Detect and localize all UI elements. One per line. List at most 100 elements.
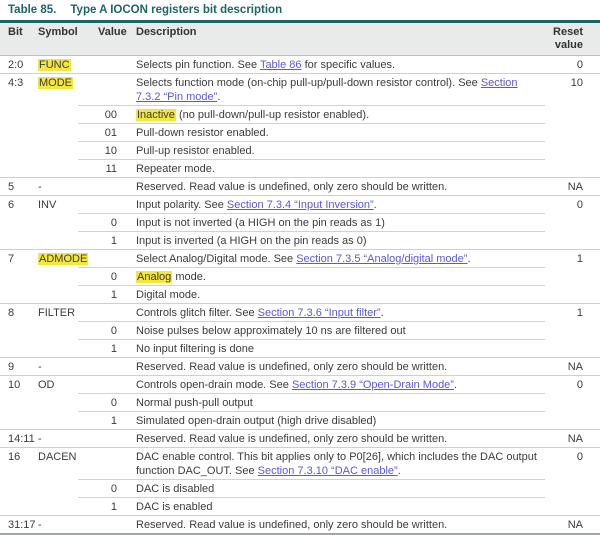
bit-range-cell xyxy=(0,498,38,516)
description-text: Normal push-pull output xyxy=(136,397,253,409)
cross-reference-link[interactable]: Table 86 xyxy=(260,59,302,71)
value-cell: 1 xyxy=(78,412,130,430)
description-text: Input is inverted (a HIGH on the pin rea… xyxy=(136,235,367,247)
value-cell: 0 xyxy=(78,480,130,498)
reset-value-cell xyxy=(545,268,600,286)
description-text: DAC is enabled xyxy=(136,501,212,513)
description-cell: Analog mode. xyxy=(130,268,545,286)
column-header-bit: Bit xyxy=(0,23,38,56)
value-cell: 10 xyxy=(78,142,130,160)
symbol-cell: MODE xyxy=(38,74,78,106)
description-text: Pull-up resistor enabled. xyxy=(136,145,255,157)
reset-value-cell xyxy=(545,160,600,178)
cross-reference-link[interactable]: Section 7.3.9 “Open-Drain Mode” xyxy=(292,379,454,391)
bit-range-cell xyxy=(0,340,38,358)
symbol-cell xyxy=(38,268,78,286)
cross-reference-link[interactable]: Section 7.3.6 “Input filter” xyxy=(258,307,381,319)
cross-reference-link[interactable]: Section 7.3.10 “DAC enable” xyxy=(258,465,398,477)
reset-value-cell xyxy=(545,340,600,358)
value-option-row: 1Digital mode. xyxy=(0,286,600,304)
symbol-cell: OD xyxy=(38,376,78,394)
description-cell: Normal push-pull output xyxy=(130,394,545,412)
register-bit-row: 16DACENDAC enable control. This bit appl… xyxy=(0,448,600,480)
value-cell: 1 xyxy=(78,286,130,304)
value-cell xyxy=(78,376,130,394)
description-text: Reserved. Read value is undefined, only … xyxy=(136,361,447,373)
description-text: Reserved. Read value is undefined, only … xyxy=(136,433,447,445)
bit-range-cell xyxy=(0,412,38,430)
value-cell xyxy=(78,196,130,214)
description-cell: Repeater mode. xyxy=(130,160,545,178)
value-cell: 1 xyxy=(78,498,130,516)
symbol-cell xyxy=(38,232,78,250)
bit-range-cell: 7 xyxy=(0,250,38,268)
highlighted-text: Inactive xyxy=(136,109,176,121)
register-bit-row: 7ADMODESelect Analog/Digital mode. See S… xyxy=(0,250,600,268)
description-text: Selects function mode (on-chip pull-up/p… xyxy=(136,77,481,89)
description-cell: Selects function mode (on-chip pull-up/p… xyxy=(130,74,545,106)
reset-value-cell xyxy=(545,124,600,142)
symbol-cell: - xyxy=(38,430,78,448)
description-cell: Pull-up resistor enabled. xyxy=(130,142,545,160)
bit-range-cell: 31:17 xyxy=(0,516,38,535)
value-option-row: 1 No input filtering is done xyxy=(0,340,600,358)
bit-range-cell xyxy=(0,286,38,304)
bit-range-cell: 9 xyxy=(0,358,38,376)
description-cell: Selects pin function. See Table 86 for s… xyxy=(130,56,545,74)
symbol-cell xyxy=(38,340,78,358)
value-cell: 1 xyxy=(78,340,130,358)
bit-range-cell: 6 xyxy=(0,196,38,214)
description-cell: Reserved. Read value is undefined, only … xyxy=(130,178,545,196)
highlighted-symbol: FUNC xyxy=(38,59,71,71)
reset-value-cell: 1 xyxy=(545,304,600,322)
symbol-cell: FUNC xyxy=(38,56,78,74)
reset-value-cell xyxy=(545,142,600,160)
value-option-row: 1 DAC is enabled xyxy=(0,498,600,516)
reset-value-cell xyxy=(545,286,600,304)
table-caption: Table 85.Type A IOCON registers bit desc… xyxy=(8,4,600,16)
value-option-row: 10 Pull-up resistor enabled. xyxy=(0,142,600,160)
bit-range-cell: 4:3 xyxy=(0,74,38,106)
bit-range-cell: 5 xyxy=(0,178,38,196)
description-text: Noise pulses below approximately 10 ns a… xyxy=(136,325,406,337)
description-cell: Input is not inverted (a HIGH on the pin… xyxy=(130,214,545,232)
value-cell: 0 xyxy=(78,322,130,340)
value-cell: 0 xyxy=(78,268,130,286)
description-cell: Reserved. Read value is undefined, only … xyxy=(130,358,545,376)
cross-reference-link[interactable]: Section 7.3.4 “Input Inversion” xyxy=(227,199,374,211)
description-text: No input filtering is done xyxy=(136,343,254,355)
bit-range-cell xyxy=(0,322,38,340)
bit-range-cell xyxy=(0,232,38,250)
reset-value-cell xyxy=(545,498,600,516)
value-option-row: 1 Simulated open-drain output (high drive… xyxy=(0,412,600,430)
description-text: . xyxy=(467,253,470,265)
description-text: . xyxy=(374,199,377,211)
reset-value-cell xyxy=(545,232,600,250)
description-cell: Controls open-drain mode. See Section 7.… xyxy=(130,376,545,394)
symbol-cell xyxy=(38,412,78,430)
cross-reference-link[interactable]: Section 7.3.5 “Analog/digital mode” xyxy=(296,253,467,265)
table-header: Bit Symbol Value Description Reset value xyxy=(0,23,600,56)
value-option-row: 1 Input is inverted (a HIGH on the pin re… xyxy=(0,232,600,250)
register-bit-row: 8FILTER Controls glitch filter. See Secti… xyxy=(0,304,600,322)
value-cell xyxy=(78,74,130,106)
description-text: Selects pin function. See xyxy=(136,59,260,71)
value-cell xyxy=(78,358,130,376)
register-bit-row: 4:3MODE Selects function mode (on-chip pu… xyxy=(0,74,600,106)
value-cell: 0 xyxy=(78,214,130,232)
bit-range-cell xyxy=(0,160,38,178)
description-text: Controls glitch filter. See xyxy=(136,307,258,319)
bit-range-cell xyxy=(0,214,38,232)
bit-range-cell: 8 xyxy=(0,304,38,322)
symbol-cell: FILTER xyxy=(38,304,78,322)
description-text: Simulated open-drain output (high drive … xyxy=(136,415,376,427)
reset-value-cell xyxy=(545,412,600,430)
value-option-row: 01Pull-down resistor enabled. xyxy=(0,124,600,142)
value-option-row: 0 Noise pulses below approximately 10 ns … xyxy=(0,322,600,340)
description-cell: Input polarity. See Section 7.3.4 “Input… xyxy=(130,196,545,214)
description-text: DAC is disabled xyxy=(136,483,214,495)
value-cell: 1 xyxy=(78,232,130,250)
description-text: . xyxy=(454,379,457,391)
register-bit-row: 10ODControls open-drain mode. See Sectio… xyxy=(0,376,600,394)
bit-range-cell xyxy=(0,106,38,124)
